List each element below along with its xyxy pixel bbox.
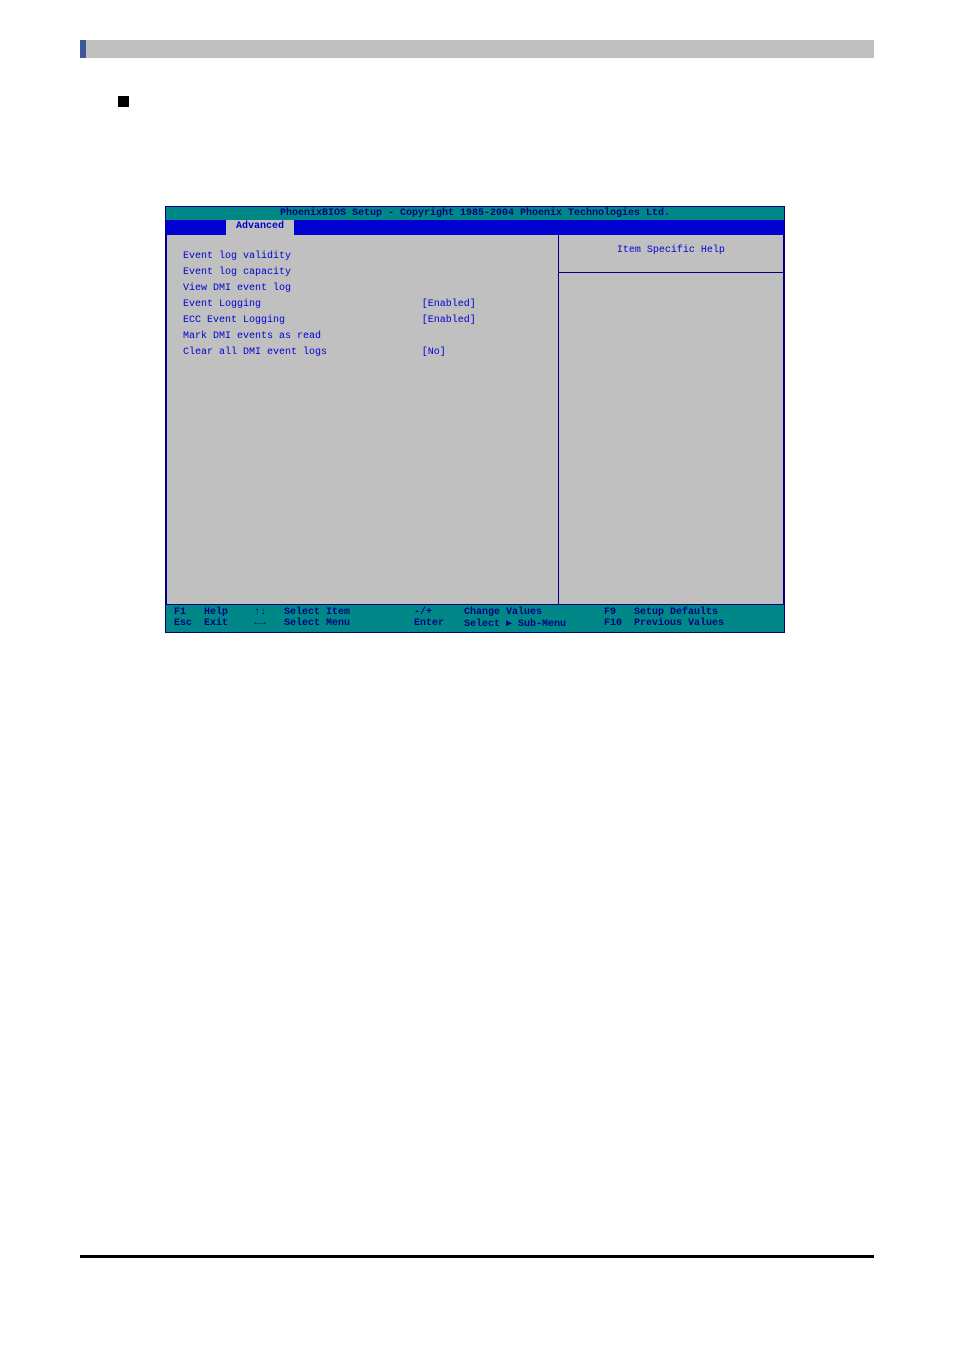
footer-row: Esc Exit ←→ Select Menu Enter Select ▶ S… <box>174 618 776 630</box>
setting-label[interactable]: Event Logging <box>183 297 422 313</box>
action-help: Help <box>204 607 254 618</box>
setting-label[interactable]: Mark DMI events as read <box>183 329 422 345</box>
setting-value <box>422 281 542 297</box>
list-item: View DMI event log <box>183 281 542 297</box>
list-item: Event log validity <box>183 249 542 265</box>
bios-key-help-bar: F1 Help ↑↓ Select Item -/+ Change Values… <box>166 605 784 632</box>
key-updown-icon: ↑↓ <box>254 607 284 618</box>
page-header-accent <box>80 40 86 58</box>
action-change-values: Change Values <box>464 607 604 618</box>
help-title: Item Specific Help <box>559 245 783 256</box>
bios-menu-bar[interactable]: Advanced <box>166 220 784 235</box>
key-leftright-icon: ←→ <box>254 618 284 630</box>
setting-label[interactable]: Event log capacity <box>183 265 422 281</box>
key-f10: F10 <box>604 618 634 630</box>
key-f1: F1 <box>174 607 204 618</box>
setting-label[interactable]: Clear all DMI event logs <box>183 345 422 361</box>
action-previous-values: Previous Values <box>634 618 776 630</box>
action-select-menu: Select Menu <box>284 618 414 630</box>
page-header-bar <box>80 40 874 58</box>
help-content <box>559 272 783 602</box>
action-select-item: Select Item <box>284 607 414 618</box>
list-item: Clear all DMI event logs[No] <box>183 345 542 361</box>
setting-value[interactable]: [Enabled] <box>422 313 542 329</box>
page-footer-rule <box>80 1255 874 1258</box>
setting-value[interactable]: [Enabled] <box>422 297 542 313</box>
tab-advanced[interactable]: Advanced <box>226 220 294 235</box>
bios-title-bar: PhoenixBIOS Setup - Copyright 1985-2004 … <box>166 207 784 220</box>
bios-setup-panel: PhoenixBIOS Setup - Copyright 1985-2004 … <box>165 206 785 633</box>
action-select-submenu: Select ▶ Sub-Menu <box>464 618 604 630</box>
setting-value <box>422 265 542 281</box>
bios-settings-list[interactable]: Event log validity Event log capacity Vi… <box>166 235 559 605</box>
setting-label[interactable]: ECC Event Logging <box>183 313 422 329</box>
list-item: Event Logging[Enabled] <box>183 297 542 313</box>
section-bullet-icon <box>118 96 129 107</box>
action-exit: Exit <box>204 618 254 630</box>
setting-value <box>422 249 542 265</box>
list-item: Event log capacity <box>183 265 542 281</box>
setting-value <box>422 329 542 345</box>
action-setup-defaults: Setup Defaults <box>634 607 776 618</box>
key-esc: Esc <box>174 618 204 630</box>
footer-row: F1 Help ↑↓ Select Item -/+ Change Values… <box>174 607 776 618</box>
setting-label[interactable]: Event log validity <box>183 249 422 265</box>
key-enter: Enter <box>414 618 464 630</box>
list-item: ECC Event Logging[Enabled] <box>183 313 542 329</box>
bios-help-panel: Item Specific Help <box>559 235 784 605</box>
key-minus-plus: -/+ <box>414 607 464 618</box>
list-item: Mark DMI events as read <box>183 329 542 345</box>
key-f9: F9 <box>604 607 634 618</box>
setting-value[interactable]: [No] <box>422 345 542 361</box>
bios-body: Event log validity Event log capacity Vi… <box>166 235 784 605</box>
setting-label[interactable]: View DMI event log <box>183 281 422 297</box>
